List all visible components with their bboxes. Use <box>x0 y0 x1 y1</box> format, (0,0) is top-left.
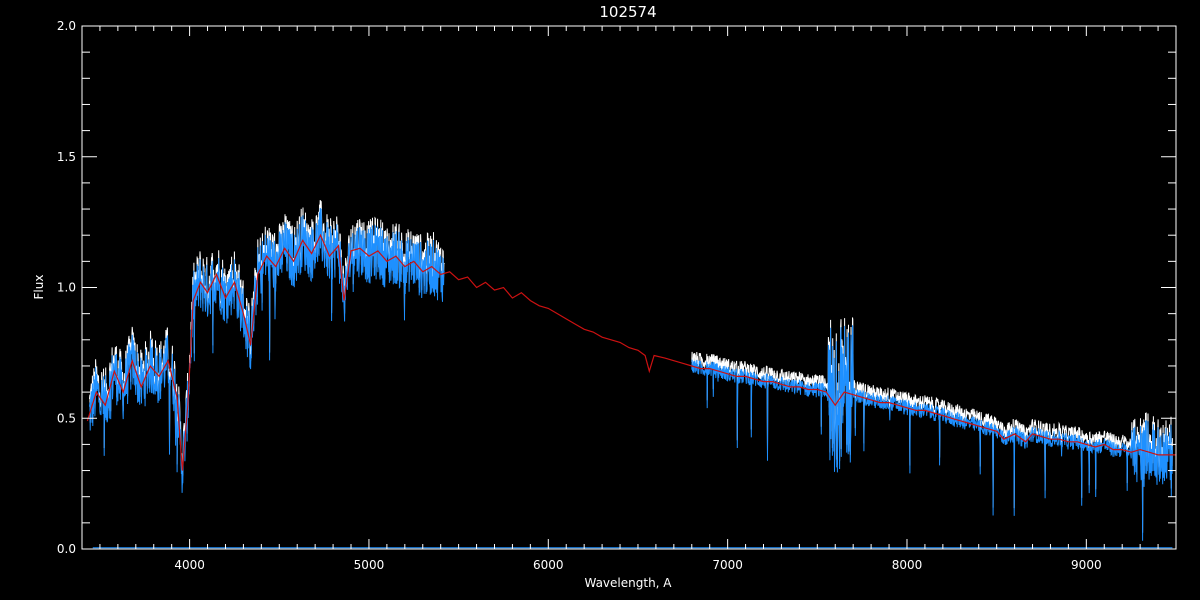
chart-background <box>0 0 1200 600</box>
y-axis-label: Flux <box>32 275 46 300</box>
y-tick-label: 1.0 <box>57 281 76 295</box>
y-tick-label: 2.0 <box>57 19 76 33</box>
x-tick-label: 4000 <box>174 558 205 572</box>
y-tick-label: 0.5 <box>57 411 76 425</box>
x-tick-label: 7000 <box>712 558 743 572</box>
y-tick-label: 1.5 <box>57 150 76 164</box>
chart-title: 102574 <box>599 3 656 21</box>
x-tick-label: 9000 <box>1071 558 1102 572</box>
spectrum-chart: 102574 4000 5000 6000 7000 8000 9000 0.0 0.5 1.0… <box>0 0 1200 600</box>
x-tick-label: 8000 <box>892 558 923 572</box>
y-tick-label: 0.0 <box>57 542 76 556</box>
x-tick-label: 5000 <box>354 558 385 572</box>
x-tick-label: 6000 <box>533 558 564 572</box>
x-axis-label: Wavelength, A <box>584 576 672 590</box>
